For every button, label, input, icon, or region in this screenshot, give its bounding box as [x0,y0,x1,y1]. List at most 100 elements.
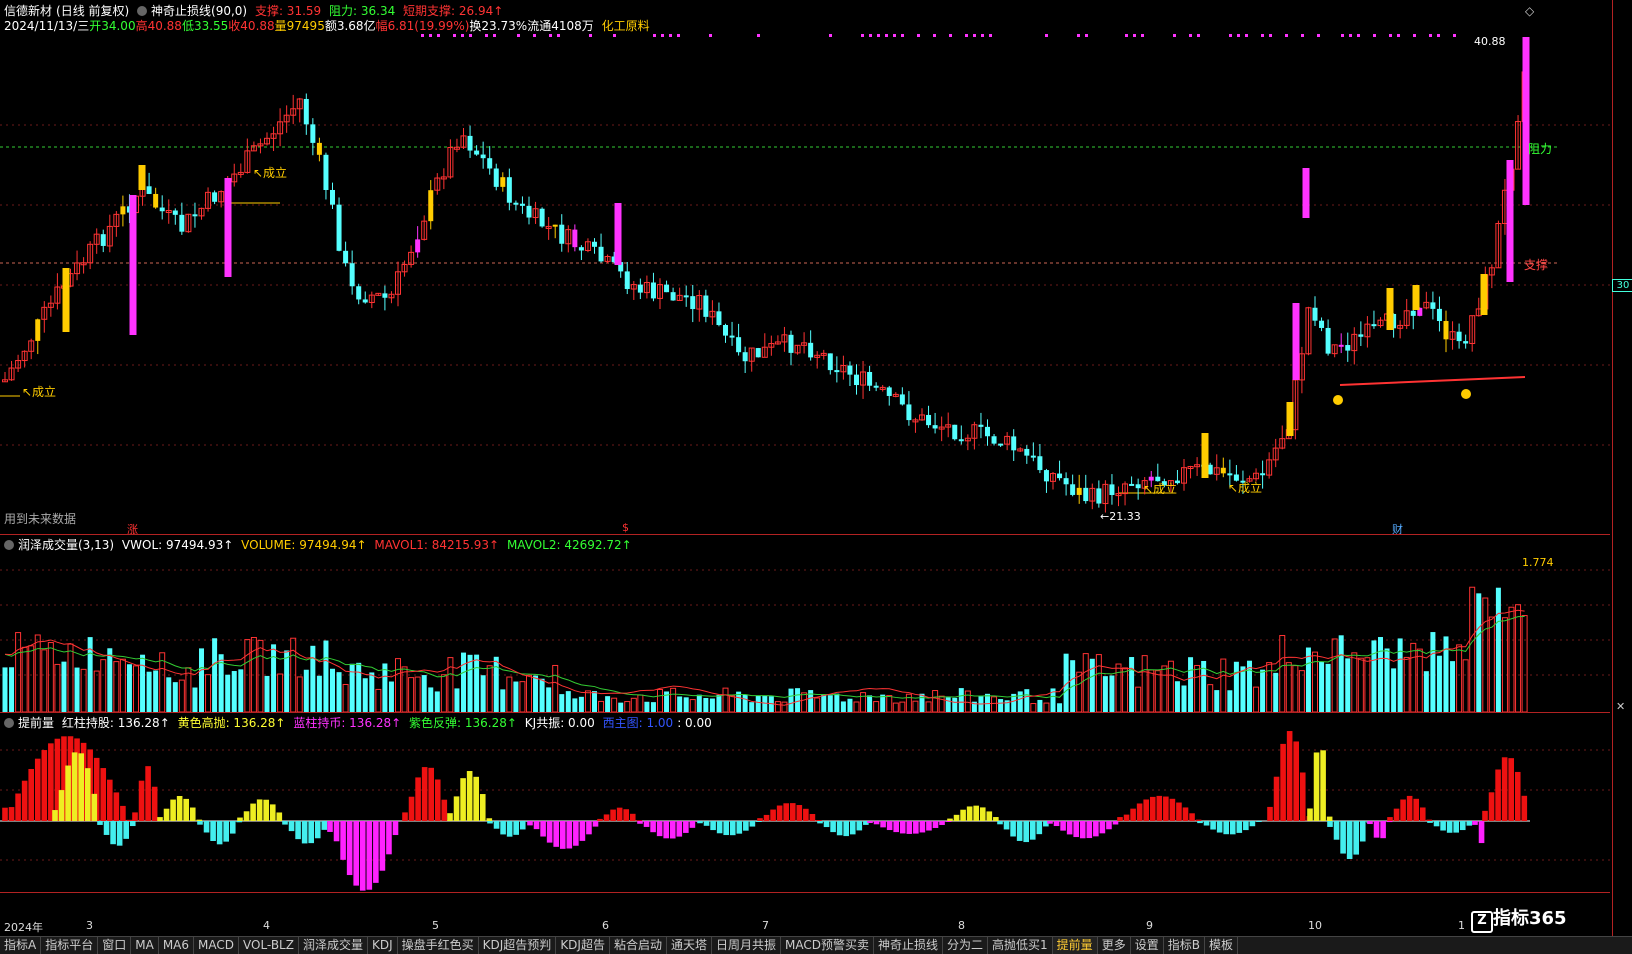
candle-body [1358,334,1364,337]
candle-body [729,335,735,338]
tab-20[interactable]: 更多 [1098,937,1131,954]
right-price-scale[interactable] [1612,0,1632,953]
pane-separator-3[interactable] [0,892,1610,893]
volume-bar [657,688,663,713]
volume-bar [958,688,964,712]
indicator-bar [1023,821,1029,843]
indicator-bar [1060,821,1066,831]
tab-11[interactable]: KDJ超告 [556,937,610,954]
volume-bar [342,683,349,713]
indicator-bar [138,780,145,821]
signal-dot [1045,34,1048,37]
tab-5[interactable]: MACD [194,937,239,954]
tab-21[interactable]: 设置 [1131,937,1164,954]
indicator-bar [1143,799,1149,821]
volume-bar [1220,658,1227,713]
tab-10[interactable]: KDJ超告预判 [479,937,557,954]
volume-bar [1135,686,1142,713]
min-price-label: ←21.33 [1100,510,1141,523]
candle-body [506,177,512,203]
tab-22[interactable]: 指标B [1164,937,1205,954]
volume-bar [1161,665,1168,713]
tab-6[interactable]: VOL-BLZ [239,937,299,954]
highlight-candle [1292,303,1300,380]
candle-body [703,295,709,317]
indicator-bar [366,821,373,890]
indicator-bar [1229,821,1236,835]
tab-18[interactable]: 高抛低买1 [988,937,1053,954]
volume-pane-title[interactable]: 润泽成交量(3,13) [18,538,114,552]
tab-13[interactable]: 通天塔 [667,937,712,954]
indicator-bar [966,806,973,821]
tab-16[interactable]: 神奇止损线 [874,937,944,954]
indicator-bar [783,803,789,821]
indicator-bar [1346,821,1353,859]
volume-bar [336,672,342,712]
indicator-bar [579,821,586,841]
tab-12[interactable]: 粘合启动 [610,937,667,954]
indicator-bar [15,793,21,821]
tab-0[interactable]: 指标A [0,937,42,954]
tab-17[interactable]: 分为二 [943,937,989,954]
indicator-pane-title[interactable]: 提前量 [18,716,54,730]
volume-bar [998,699,1004,712]
volume-bar [1298,670,1305,713]
indicator-bar [327,821,333,832]
tab-19[interactable]: 提前量 [1052,937,1098,954]
tab-14[interactable]: 日周月共振 [712,937,782,954]
volume-bar [880,694,886,712]
indicator-bar [836,821,843,836]
volume-bar [1030,703,1037,713]
volume-bar [827,695,833,712]
indicator-bar [756,821,762,822]
indicator-bar [48,743,54,821]
indicator-bar [830,821,836,833]
volume-bar [369,672,375,712]
candle-body [847,365,853,375]
volume-bar [637,694,644,713]
close-pane-icon[interactable]: ✕ [1616,700,1625,713]
volume-bar [814,697,821,713]
indicator-bar [566,821,573,849]
volume-bar [1436,655,1442,712]
event-tag-dollar[interactable]: $ [622,521,629,534]
tab-4[interactable]: MA6 [159,937,195,954]
signal-dot [421,34,424,37]
indicator-bar [637,821,643,824]
indicator-pane-toggle-icon[interactable] [4,718,14,728]
tab-23[interactable]: 模板 [1205,937,1238,954]
volume-pane-toggle-icon[interactable] [4,540,14,550]
signal-dot [965,34,968,37]
indicator-bar [880,821,886,828]
chengli-label-2: ↖成立 [253,166,288,180]
tab-3[interactable]: MA [131,937,159,954]
tab-15[interactable]: MACD预警买卖 [781,937,874,954]
indicator-bar [460,778,466,821]
volume-bar [1260,669,1266,712]
volume-bar [559,694,565,712]
signal-dot [1301,34,1304,37]
volume-bar [1488,616,1495,713]
tab-7[interactable]: 润泽成交量 [299,937,368,954]
volume-bar [408,677,415,713]
pane-separator-1[interactable] [0,534,1610,535]
indicator-bar [223,821,229,842]
candle-body [952,424,958,440]
candle-body [598,246,604,262]
indicator-bar [1053,821,1060,827]
tab-9[interactable]: 操盘手红色买 [398,937,479,954]
tab-1[interactable]: 指标平台 [41,937,99,954]
volume-bar [1501,617,1508,713]
chart-canvas[interactable] [0,0,1610,935]
candle-body [330,189,335,205]
volume-bar [788,688,794,712]
tab-2[interactable]: 窗口 [98,937,132,954]
indicator-bar [986,811,993,821]
volume-bar [93,670,100,713]
indicator-bar [1313,752,1320,821]
tab-8[interactable]: KDJ [368,937,398,954]
volume-bar [598,700,605,713]
indicator-bar [1066,821,1073,835]
date-tick: 10 [1308,919,1322,932]
pane-separator-2[interactable] [0,712,1610,713]
